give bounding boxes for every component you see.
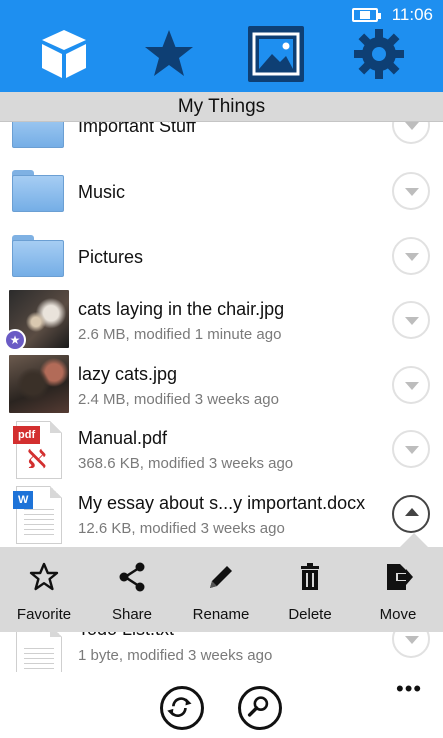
rename-button[interactable]: Rename [181, 559, 261, 629]
list-item[interactable]: ★ cats laying in the chair.jpg 2.6 MB, m… [0, 289, 443, 353]
photo-thumbnail [9, 355, 69, 413]
folder-icon [12, 122, 64, 148]
favorite-label: Favorite [16, 606, 72, 623]
status-bar: 11:06 [351, 5, 433, 25]
folder-icon [12, 235, 64, 277]
expand-chevron-icon[interactable] [392, 237, 430, 275]
item-name: Todo List.txt [78, 632, 174, 640]
list-item[interactable]: lazy cats.jpg 2.4 MB, modified 3 weeks a… [0, 354, 443, 418]
file-list: Important Stuff Music Pictures ★ cats la… [0, 122, 443, 547]
share-label: Share [111, 606, 153, 623]
item-name: Important Stuff [78, 122, 196, 136]
star-outline-icon [29, 562, 59, 591]
collapse-chevron-icon[interactable] [392, 495, 430, 533]
expand-chevron-icon[interactable] [392, 632, 430, 658]
item-name: My essay about s...y important.docx [78, 493, 366, 513]
file-list-continued: Todo List.txt 1 byte, modified 3 weeks a… [0, 632, 443, 672]
rename-label: Rename [192, 606, 250, 623]
gear-icon[interactable] [351, 26, 407, 82]
pdf-file-icon: pdf ℵ [13, 421, 62, 479]
box-icon[interactable] [36, 26, 92, 82]
app-bar: ••• [0, 672, 443, 738]
item-name: Pictures [78, 247, 144, 267]
item-meta: 2.6 MB, modified 1 minute ago [78, 326, 282, 343]
item-meta: 368.6 KB, modified 3 weeks ago [78, 455, 294, 472]
list-item[interactable]: pdf ℵ Manual.pdf 368.6 KB, modified 3 we… [0, 418, 443, 482]
share-icon [119, 562, 145, 592]
share-button[interactable]: Share [92, 559, 172, 629]
item-name: cats laying in the chair.jpg [78, 299, 285, 319]
expand-chevron-icon[interactable] [392, 301, 430, 339]
page-title: My Things [0, 92, 443, 122]
trash-icon [301, 563, 319, 590]
item-meta: 2.4 MB, modified 3 weeks ago [78, 391, 279, 408]
item-name: lazy cats.jpg [78, 364, 178, 384]
list-item-selected[interactable]: W My essay about s...y important.docx 12… [0, 483, 443, 547]
list-item[interactable]: Important Stuff [0, 122, 443, 158]
item-name: Music [78, 182, 126, 202]
pencil-icon [210, 566, 232, 588]
search-icon [247, 696, 269, 717]
sync-icon [167, 697, 192, 717]
file-type-tag: W [13, 491, 34, 509]
expand-chevron-icon[interactable] [392, 430, 430, 468]
move-button[interactable]: Move [358, 559, 438, 629]
list-item[interactable]: Pictures [0, 225, 443, 289]
favorite-badge-icon: ★ [4, 329, 26, 351]
text-file-icon [16, 632, 62, 672]
favorite-button[interactable]: Favorite [4, 559, 84, 629]
delete-label: Delete [288, 606, 332, 623]
list-item[interactable]: Todo List.txt 1 byte, modified 3 weeks a… [0, 632, 443, 672]
expand-chevron-icon[interactable] [392, 172, 430, 210]
sync-button[interactable] [160, 686, 204, 730]
folder-icon [12, 170, 64, 212]
move-icon [387, 564, 413, 590]
battery-charging-icon [351, 8, 381, 22]
word-file-icon: W [13, 486, 62, 544]
item-meta: 1 byte, modified 3 weeks ago [78, 647, 273, 664]
picture-icon[interactable] [248, 26, 304, 82]
item-action-bar: Favorite Share Rename Delete Move [0, 533, 443, 632]
file-type-tag: pdf [13, 426, 41, 444]
app-header: 11:06 [0, 0, 443, 92]
delete-button[interactable]: Delete [270, 559, 350, 629]
expand-chevron-icon[interactable] [392, 122, 430, 144]
move-label: Move [379, 606, 417, 623]
star-icon[interactable] [141, 26, 197, 82]
item-meta: 12.6 KB, modified 3 weeks ago [78, 520, 285, 537]
expand-chevron-icon[interactable] [392, 366, 430, 404]
more-options-button[interactable]: ••• [396, 676, 422, 702]
list-item[interactable]: Music [0, 160, 443, 224]
search-button[interactable] [238, 686, 282, 730]
item-name: Manual.pdf [78, 428, 168, 448]
status-time: 11:06 [391, 5, 433, 24]
